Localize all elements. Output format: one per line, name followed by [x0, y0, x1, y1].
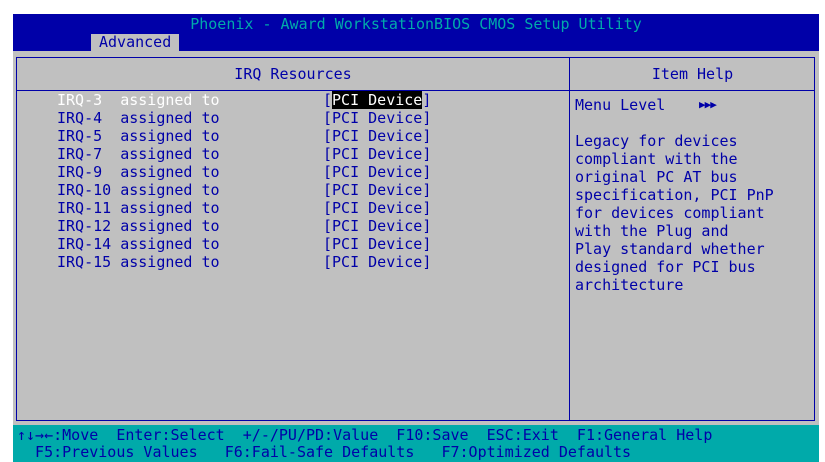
irq-value[interactable]: [PCI Device] [323, 91, 431, 109]
item-help-panel: Menu Level ▶▶▶ Legacy for devices compli… [575, 96, 805, 294]
main-panel: IRQ Resources Item Help IRQ-3 assigned t… [13, 51, 819, 425]
irq-value[interactable]: [PCI Device] [323, 145, 431, 163]
window-title: Phoenix - Award WorkstationBIOS CMOS Set… [13, 14, 819, 34]
irq-label: IRQ-11 assigned to [57, 199, 220, 217]
irq-value-text: PCI Device [332, 109, 423, 127]
irq-value-text: PCI Device [332, 253, 423, 271]
menu-tab-advanced[interactable]: Advanced [91, 34, 180, 51]
irq-label: IRQ-5 assigned to [57, 127, 220, 145]
irq-label: IRQ-12 assigned to [57, 217, 220, 235]
vertical-divider [569, 58, 570, 420]
menu-level-arrows-icon: ▶▶▶ [699, 98, 717, 111]
irq-row-3[interactable]: IRQ-3 assigned to [PCI Device] [57, 91, 517, 109]
irq-value[interactable]: [PCI Device] [323, 253, 431, 271]
irq-value-text: PCI Device [332, 181, 423, 199]
irq-row-9[interactable]: IRQ-9 assigned to [PCI Device] [57, 163, 517, 181]
irq-value-text: PCI Device [332, 199, 423, 217]
irq-value[interactable]: [PCI Device] [323, 181, 431, 199]
irq-value-text: PCI Device [332, 217, 423, 235]
key-help-line-1: ↑↓→←:Move Enter:Select +/-/PU/PD:Value F… [17, 426, 713, 444]
key-help-line-2: F5:Previous Values F6:Fail-Safe Defaults… [17, 443, 632, 461]
irq-row-14[interactable]: IRQ-14 assigned to [PCI Device] [57, 235, 517, 253]
irq-list: IRQ-3 assigned to [PCI Device] IRQ-4 ass… [57, 91, 517, 271]
irq-label: IRQ-7 assigned to [57, 145, 220, 163]
irq-row-12[interactable]: IRQ-12 assigned to [PCI Device] [57, 217, 517, 235]
irq-row-7[interactable]: IRQ-7 assigned to [PCI Device] [57, 145, 517, 163]
irq-label: IRQ-10 assigned to [57, 181, 220, 199]
irq-row-5[interactable]: IRQ-5 assigned to [PCI Device] [57, 127, 517, 145]
irq-value-text: PCI Device [332, 145, 423, 163]
irq-value[interactable]: [PCI Device] [323, 163, 431, 181]
irq-label: IRQ-14 assigned to [57, 235, 220, 253]
menu-level: Menu Level ▶▶▶ [575, 96, 805, 114]
help-description: Legacy for devices compliant with the or… [575, 132, 774, 294]
status-bar: ↑↓→←:Move Enter:Select +/-/PU/PD:Value F… [13, 425, 819, 462]
irq-value[interactable]: [PCI Device] [323, 235, 431, 253]
irq-row-4[interactable]: IRQ-4 assigned to [PCI Device] [57, 109, 517, 127]
irq-value-text: PCI Device [332, 235, 423, 253]
irq-label: IRQ-15 assigned to [57, 253, 220, 271]
irq-value[interactable]: [PCI Device] [323, 109, 431, 127]
irq-row-10[interactable]: IRQ-10 assigned to [PCI Device] [57, 181, 517, 199]
irq-value-text: PCI Device [332, 163, 423, 181]
irq-resources-title: IRQ Resources [234, 65, 352, 83]
menu-bar: Advanced [13, 34, 819, 51]
irq-value-text: PCI Device [332, 127, 423, 145]
irq-value[interactable]: [PCI Device] [323, 199, 431, 217]
irq-value-selected[interactable]: PCI Device [332, 91, 423, 109]
irq-row-11[interactable]: IRQ-11 assigned to [PCI Device] [57, 199, 517, 217]
irq-row-15[interactable]: IRQ-15 assigned to [PCI Device] [57, 253, 517, 271]
irq-label: IRQ-3 assigned to [57, 91, 220, 109]
item-help-title: Item Help [651, 65, 734, 83]
irq-value[interactable]: [PCI Device] [323, 127, 431, 145]
irq-label: IRQ-9 assigned to [57, 163, 220, 181]
irq-label: IRQ-4 assigned to [57, 109, 220, 127]
menu-level-label: Menu Level [575, 96, 666, 114]
irq-value[interactable]: [PCI Device] [323, 217, 431, 235]
